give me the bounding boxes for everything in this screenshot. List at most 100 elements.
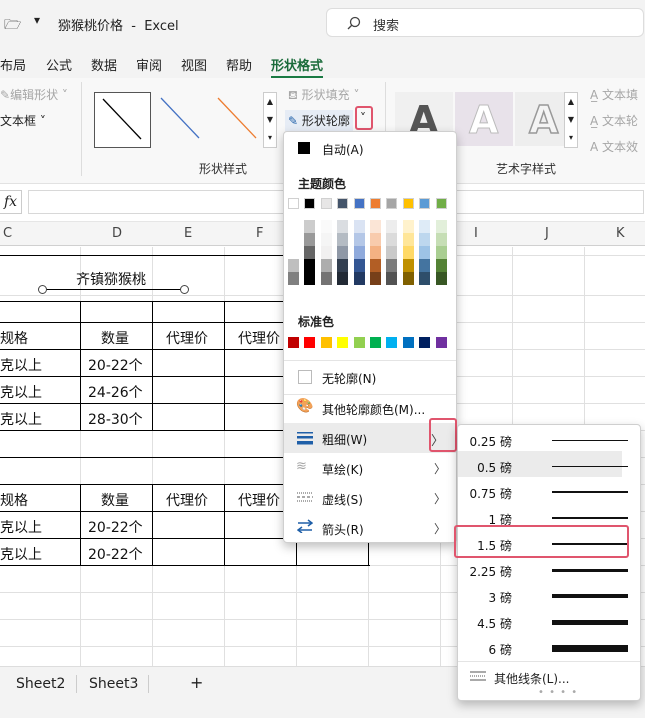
theme-color-shade[interactable] xyxy=(402,233,414,246)
weight-option[interactable]: 0.75 磅 xyxy=(458,480,638,504)
shape-style-orange[interactable] xyxy=(210,92,267,148)
theme-color-shade[interactable] xyxy=(386,259,398,272)
theme-color-shade[interactable] xyxy=(288,259,299,272)
theme-color-shade[interactable] xyxy=(402,259,414,272)
theme-color-shade[interactable] xyxy=(402,272,414,285)
theme-color-shade[interactable] xyxy=(370,246,381,259)
tab-help[interactable]: 帮助 xyxy=(226,55,252,74)
theme-color-shade[interactable] xyxy=(304,259,316,272)
theme-color-shade[interactable] xyxy=(386,233,398,246)
tab-view[interactable]: 视图 xyxy=(181,55,207,74)
standard-color-swatch[interactable] xyxy=(353,337,365,348)
col-header-f[interactable]: F xyxy=(256,226,263,241)
theme-color-swatch[interactable] xyxy=(337,198,349,209)
theme-color-shade[interactable] xyxy=(337,259,349,272)
cell-qty[interactable]: 24-26个 xyxy=(88,382,143,402)
standard-color-swatch[interactable] xyxy=(288,337,299,348)
theme-color-shade[interactable] xyxy=(419,272,431,285)
sheet-tab-sheet3[interactable]: Sheet3 xyxy=(89,676,138,692)
shape-styles-scroll[interactable]: ▲ ▼ ▾ xyxy=(263,92,277,148)
theme-color-shade[interactable] xyxy=(370,220,381,233)
theme-color-swatch[interactable] xyxy=(419,198,431,209)
col-header-c[interactable]: C xyxy=(3,226,12,241)
shape-style-black[interactable] xyxy=(94,92,151,148)
theme-color-shade[interactable] xyxy=(304,246,316,259)
theme-color-shade[interactable] xyxy=(320,272,332,285)
line-handle-end[interactable] xyxy=(180,285,189,294)
sheet-tab-sheet2[interactable]: Sheet2 xyxy=(16,676,65,692)
tab-review[interactable]: 审阅 xyxy=(136,55,162,74)
standard-color-swatch[interactable] xyxy=(386,337,398,348)
selected-line-shape[interactable] xyxy=(42,289,185,290)
theme-color-shade[interactable] xyxy=(288,272,299,285)
menu-arrows[interactable]: 箭头(R) xyxy=(322,521,364,538)
col-header-i[interactable]: I xyxy=(474,226,478,241)
weight-option[interactable]: 6 磅 xyxy=(458,636,638,660)
theme-color-shade[interactable] xyxy=(337,246,349,259)
cell-spec[interactable]: 克以上 xyxy=(0,517,42,537)
text-effect-button[interactable]: A 文本效 xyxy=(590,138,638,155)
theme-color-shade[interactable] xyxy=(435,246,447,259)
theme-color-shade[interactable] xyxy=(304,272,316,285)
standard-color-swatch[interactable] xyxy=(370,337,381,348)
standard-color-swatch[interactable] xyxy=(304,337,316,348)
cell-spec[interactable]: 克以上 xyxy=(0,355,42,375)
standard-color-swatch[interactable] xyxy=(402,337,414,348)
theme-color-swatch[interactable] xyxy=(304,198,316,209)
theme-color-shade[interactable] xyxy=(353,259,365,272)
theme-color-shade[interactable] xyxy=(370,259,381,272)
theme-color-swatch[interactable] xyxy=(370,198,381,209)
theme-color-shade[interactable] xyxy=(370,272,381,285)
menu-more-colors[interactable]: 其他轮廓颜色(M)... xyxy=(322,401,425,418)
theme-color-shade[interactable] xyxy=(419,220,431,233)
theme-color-swatch[interactable] xyxy=(353,198,365,209)
theme-color-swatch[interactable] xyxy=(386,198,398,209)
add-sheet-button[interactable]: + xyxy=(190,673,203,692)
menu-dashes[interactable]: 虚线(S) xyxy=(322,491,363,508)
theme-color-shade[interactable] xyxy=(353,272,365,285)
cell-spec-header[interactable]: 规格 xyxy=(0,490,28,510)
textbox-button[interactable]: 文本框 ˅ xyxy=(0,112,46,129)
art-styles-scroll[interactable]: ▲ ▼ ▾ xyxy=(564,92,578,148)
theme-color-shade[interactable] xyxy=(304,233,316,246)
standard-color-swatch[interactable] xyxy=(419,337,431,348)
theme-color-shade[interactable] xyxy=(435,220,447,233)
col-header-e[interactable]: E xyxy=(184,226,192,241)
theme-color-shade[interactable] xyxy=(419,259,431,272)
cell-qty-header[interactable]: 数量 xyxy=(101,490,129,510)
cell-spec[interactable]: 克以上 xyxy=(0,382,42,402)
cell-spec[interactable]: 克以上 xyxy=(0,409,42,429)
theme-color-shade[interactable] xyxy=(288,233,299,246)
customize-qat-icon[interactable]: ▾ xyxy=(34,13,40,27)
tab-layout[interactable]: 布局 xyxy=(0,55,26,74)
weight-option[interactable]: 3 磅 xyxy=(458,584,638,608)
cell-agent-price-header[interactable]: 代理价 xyxy=(166,328,208,348)
line-handle-start[interactable] xyxy=(38,285,47,294)
menu-no-outline[interactable]: 无轮廓(N) xyxy=(322,370,376,387)
standard-color-swatch[interactable] xyxy=(435,337,447,348)
theme-color-swatch[interactable] xyxy=(402,198,414,209)
shape-style-blue[interactable] xyxy=(153,92,210,148)
theme-color-shade[interactable] xyxy=(337,220,349,233)
theme-color-shade[interactable] xyxy=(386,246,398,259)
cell-qty[interactable]: 20-22个 xyxy=(88,544,143,564)
theme-color-shade[interactable] xyxy=(320,246,332,259)
theme-color-swatch[interactable] xyxy=(288,198,299,209)
theme-color-shade[interactable] xyxy=(386,220,398,233)
shape-outline-button[interactable]: ✎ 形状轮廓 xyxy=(285,110,353,131)
edit-shape-button[interactable]: ✎编辑形状 ˅ xyxy=(0,86,68,103)
cell-agent-price-header-2[interactable]: 代理价 xyxy=(238,490,280,510)
cell-spec-header[interactable]: 规格 xyxy=(0,328,28,348)
theme-color-shade[interactable] xyxy=(435,233,447,246)
resize-grip[interactable]: • • • • xyxy=(538,687,578,698)
folder-icon[interactable]: 🗁 xyxy=(4,14,21,38)
cell-agent-price-header-2[interactable]: 代理价 xyxy=(238,328,280,348)
theme-color-shade[interactable] xyxy=(402,220,414,233)
theme-color-shade[interactable] xyxy=(353,233,365,246)
art-style-light[interactable]: A xyxy=(455,92,513,146)
theme-color-shade[interactable] xyxy=(288,220,299,233)
theme-color-shade[interactable] xyxy=(288,246,299,259)
theme-color-shade[interactable] xyxy=(435,272,447,285)
col-header-j[interactable]: J xyxy=(545,226,549,241)
dashes-submenu-arrow[interactable]: 〉 xyxy=(434,490,446,507)
